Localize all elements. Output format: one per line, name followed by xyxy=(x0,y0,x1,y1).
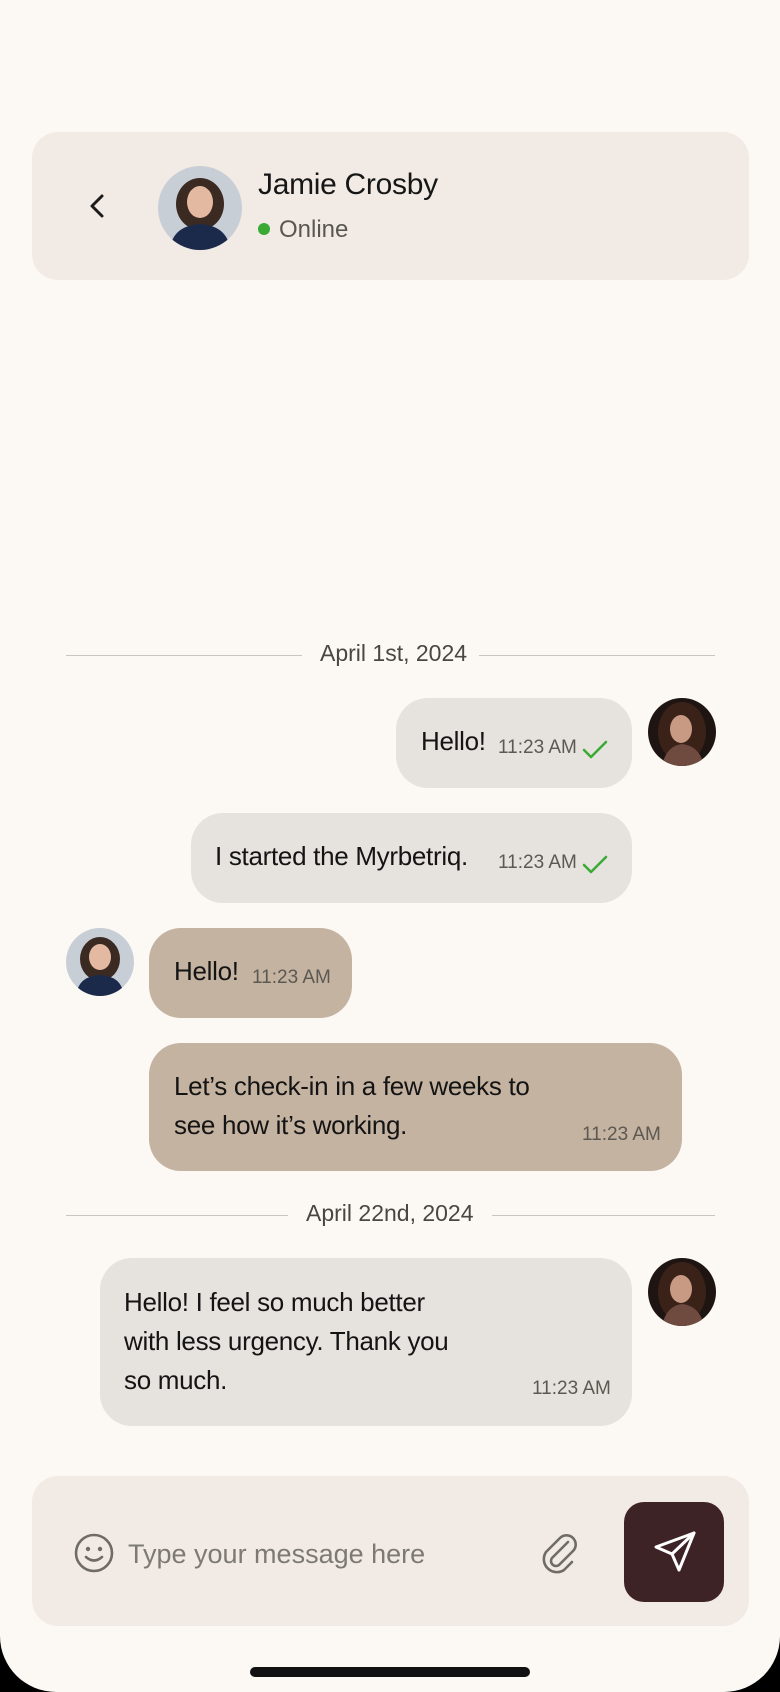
contact-photo xyxy=(66,928,134,996)
message-text-line: so much. xyxy=(124,1365,228,1395)
back-button[interactable] xyxy=(82,190,114,222)
date-divider: April 22nd, 2024 xyxy=(66,1200,715,1230)
user-photo xyxy=(648,698,716,766)
status-label: Online xyxy=(279,216,349,243)
message-text: Hello! xyxy=(421,726,486,756)
message-time: 11:23 AM xyxy=(582,1124,661,1145)
message-text-line: with less urgency. Thank you xyxy=(124,1326,449,1356)
message-bubble-incoming[interactable]: Let’s check-in in a few weeks to see how… xyxy=(149,1043,682,1171)
contact-avatar-small xyxy=(66,928,134,996)
divider-line xyxy=(66,655,302,656)
message-time: 11:23 AM xyxy=(532,1378,611,1399)
message-time: 11:23 AM xyxy=(252,967,331,988)
message-bubble-outgoing[interactable]: Hello! I feel so much better with less u… xyxy=(100,1258,632,1426)
contact-photo xyxy=(158,166,242,250)
chat-header xyxy=(32,132,749,280)
my-avatar xyxy=(648,1258,716,1326)
message-text: Hello! xyxy=(174,956,239,986)
send-button[interactable] xyxy=(624,1502,724,1602)
date-label: April 1st, 2024 xyxy=(320,640,468,666)
contact-avatar[interactable] xyxy=(158,166,242,250)
checkmark-icon xyxy=(582,740,608,759)
smiley-icon xyxy=(74,1533,114,1573)
paperclip-icon xyxy=(542,1534,577,1574)
checkmark-icon xyxy=(582,855,608,874)
attach-button[interactable] xyxy=(538,1530,582,1576)
message-bubble-outgoing[interactable]: I started the Myrbetriq. 11:23 AM xyxy=(191,813,632,903)
message-text-line: Let’s check-in in a few weeks to xyxy=(174,1071,530,1101)
date-label: April 22nd, 2024 xyxy=(306,1200,474,1226)
paper-plane-icon xyxy=(654,1531,696,1572)
message-text-line: Hello! I feel so much better xyxy=(124,1287,425,1317)
message-text-line: see how it’s working. xyxy=(174,1110,408,1140)
contact-name: Jamie Crosby xyxy=(258,168,438,201)
emoji-button[interactable] xyxy=(72,1531,116,1575)
my-avatar xyxy=(648,698,716,766)
user-photo xyxy=(648,1258,716,1326)
divider-line xyxy=(492,1215,715,1216)
divider-line xyxy=(66,1215,288,1216)
divider-line xyxy=(479,655,715,656)
message-bubble-outgoing[interactable]: Hello! 11:23 AM xyxy=(396,698,632,788)
message-bubble-incoming[interactable]: Hello! 11:23 AM xyxy=(149,928,352,1018)
message-input[interactable] xyxy=(128,1532,518,1576)
message-time: 11:23 AM xyxy=(498,852,577,873)
online-status: Online xyxy=(258,216,348,244)
message-text: I started the Myrbetriq. xyxy=(215,841,468,871)
message-time: 11:23 AM xyxy=(498,737,577,758)
home-indicator xyxy=(250,1667,530,1677)
date-divider: April 1st, 2024 xyxy=(66,640,715,670)
online-dot-icon xyxy=(258,223,270,235)
chevron-left-icon xyxy=(90,194,104,218)
chat-screen: Jamie Crosby Online April 1st, 2024 Hell… xyxy=(0,0,780,1692)
